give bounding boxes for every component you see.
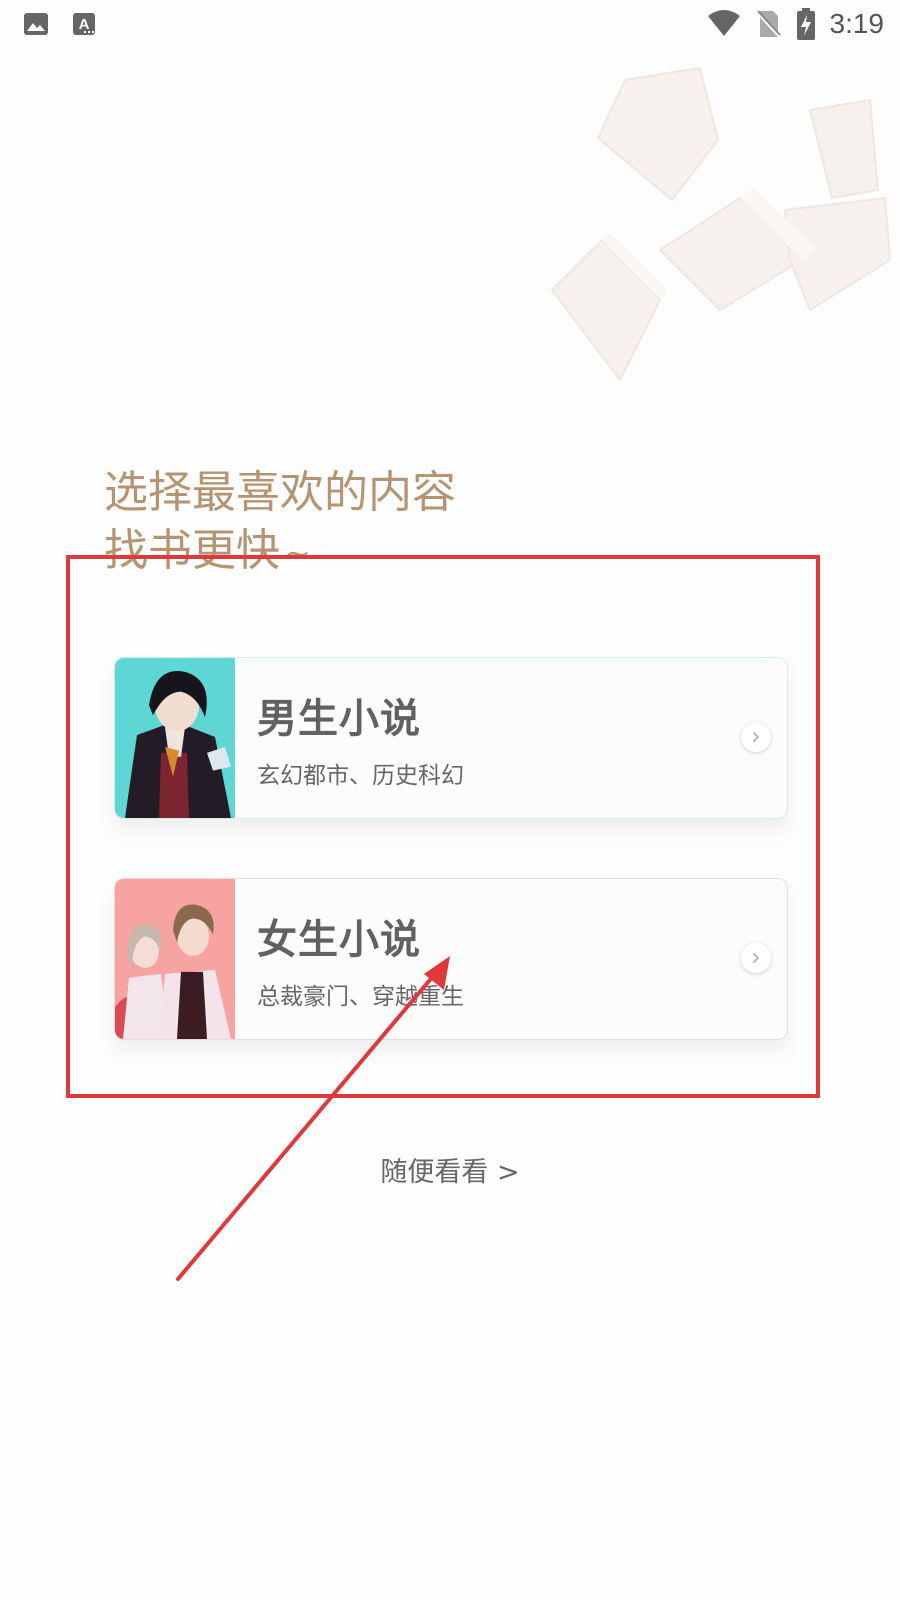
decorative-books-illustration (550, 66, 892, 382)
wifi-icon (707, 10, 740, 36)
male-novels-subtitle: 玄幻都市、历史科幻 (257, 763, 464, 789)
font-a-icon: A (73, 13, 95, 35)
female-novels-title: 女生小说 (257, 917, 421, 963)
heading-line-1: 选择最喜欢的内容 (104, 467, 456, 518)
image-icon (24, 13, 48, 35)
browse-randomly-link[interactable]: 随便看看 > (0, 1150, 900, 1189)
battery-charging-icon (796, 8, 815, 40)
status-bar: A 3:19 (0, 0, 900, 50)
chevron-right-icon[interactable] (741, 722, 771, 752)
no-sim-icon (756, 10, 781, 39)
female-novels-cover-image (115, 879, 235, 1039)
female-novels-subtitle: 总裁豪门、穿越重生 (257, 984, 464, 1010)
svg-text:A: A (79, 16, 90, 33)
status-time: 3:19 (829, 8, 885, 39)
heading-tilde: ~ (284, 534, 311, 572)
female-novels-card[interactable]: 女生小说 总裁豪门、穿越重生 (114, 878, 788, 1040)
onboarding-heading: 选择最喜欢的内容 找书更快 ~ (104, 464, 456, 582)
male-novels-title: 男生小说 (257, 696, 421, 742)
heading-line-2: 找书更快 (104, 525, 280, 576)
male-novels-cover-image (115, 658, 235, 818)
chevron-right-icon[interactable] (741, 943, 771, 973)
male-novels-card[interactable]: 男生小说 玄幻都市、历史科幻 (114, 657, 788, 819)
